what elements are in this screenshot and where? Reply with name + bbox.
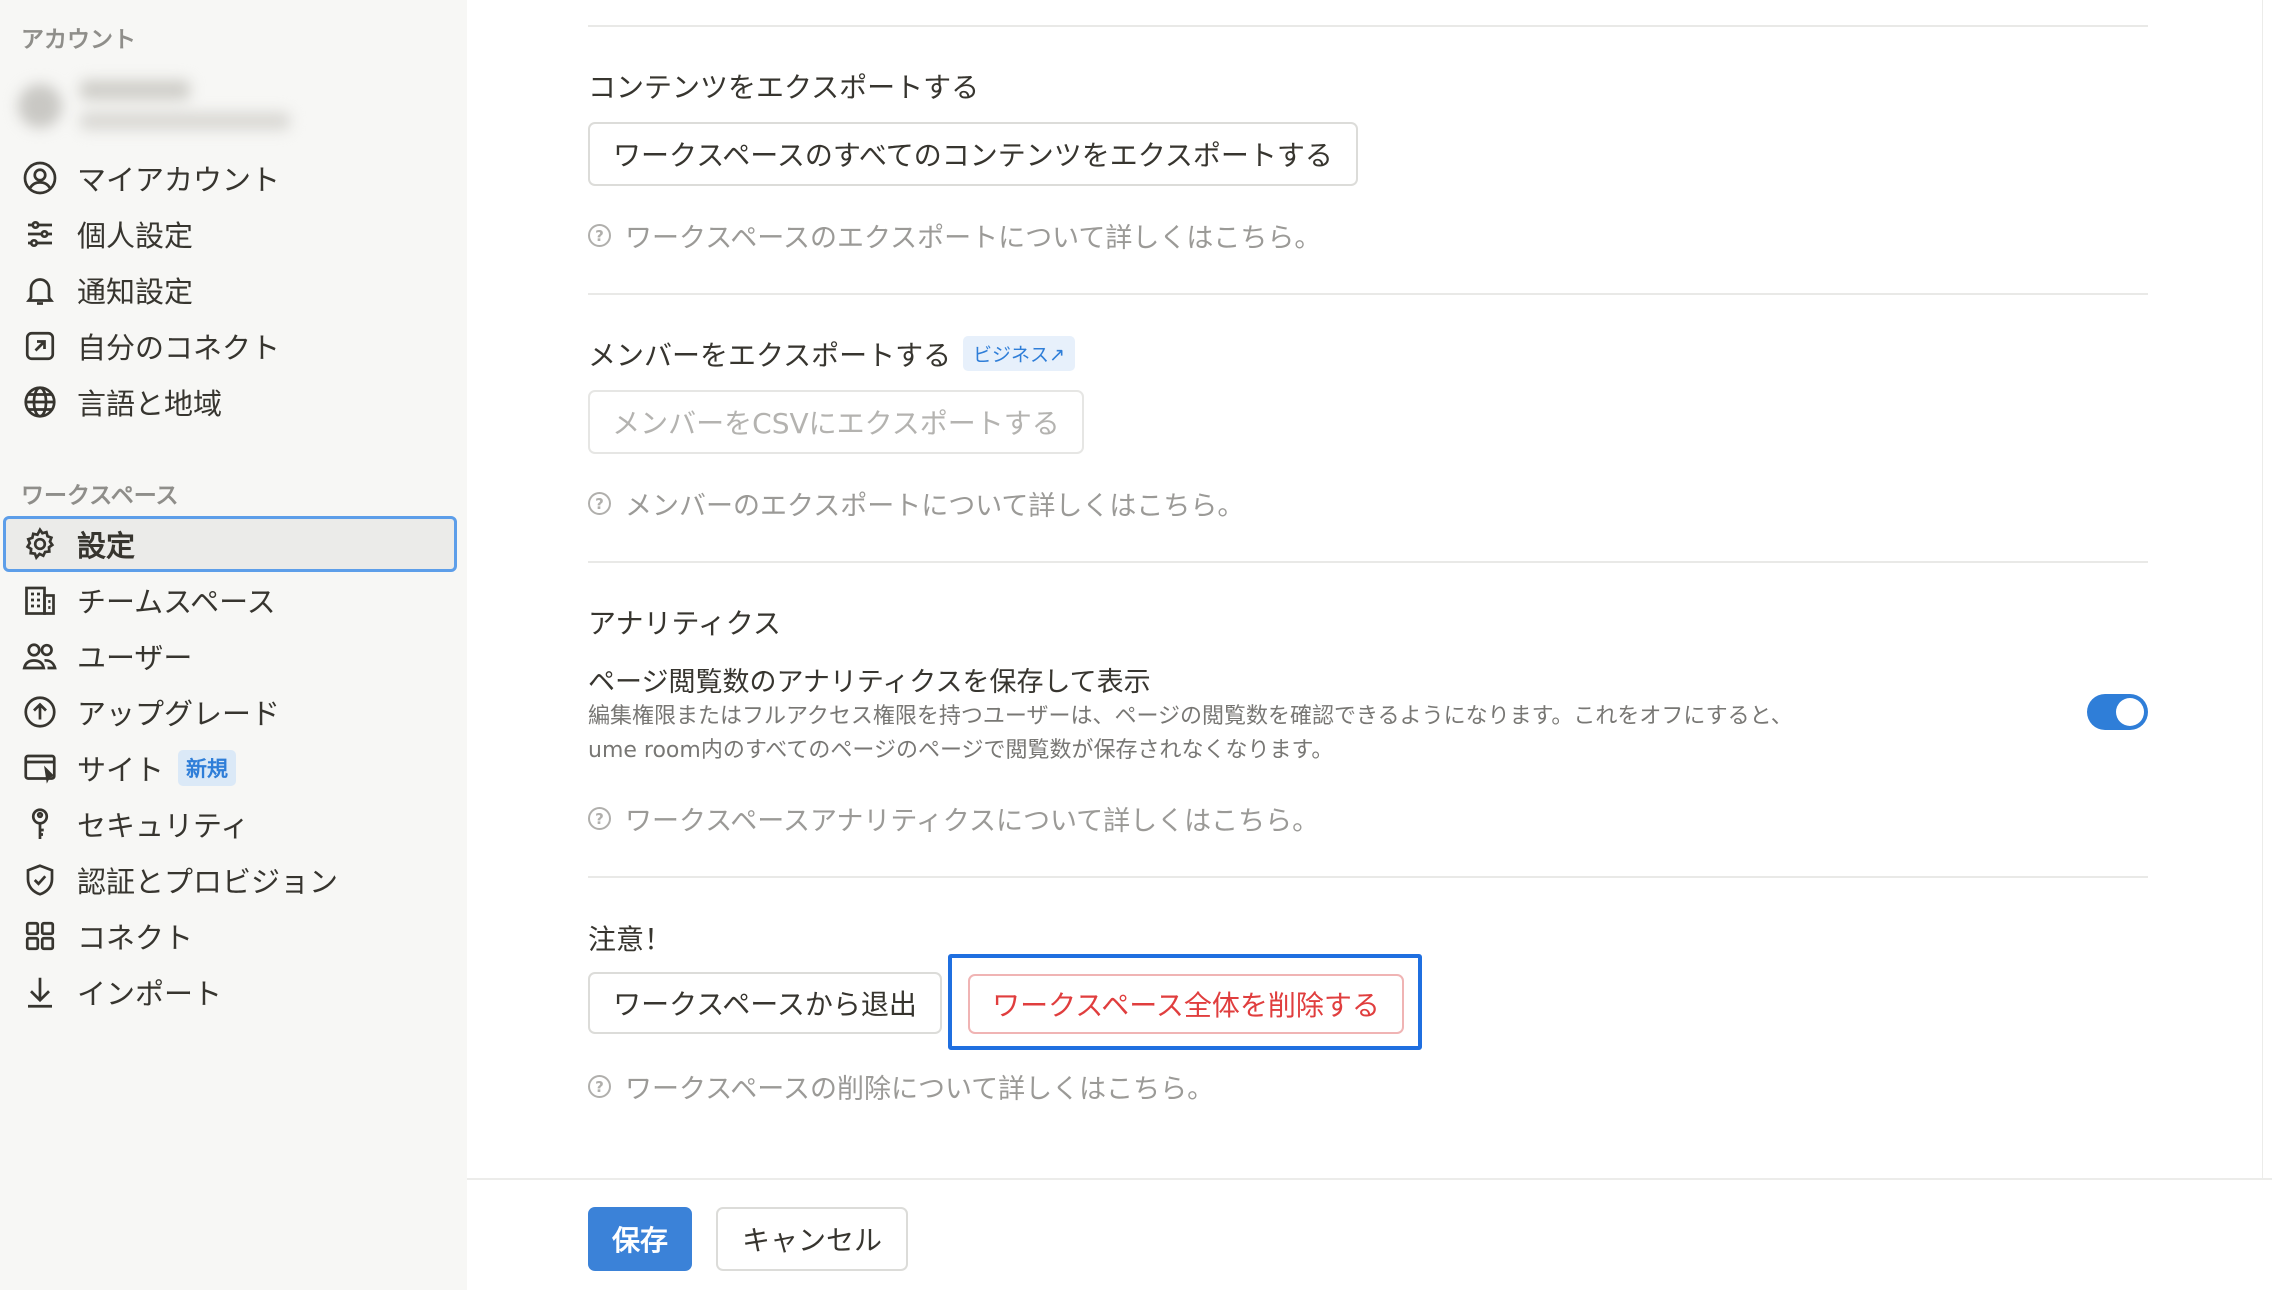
sidebar-item-identity-provisioning[interactable]: 認証とプロビジョン xyxy=(3,854,457,906)
members-export-help-link[interactable]: ? メンバーのエクスポートについて詳しくはこちら。 xyxy=(588,484,1244,523)
account-info-blurred[interactable] xyxy=(14,70,304,140)
sidebar-item-teamspaces[interactable]: チームスペース xyxy=(3,574,457,626)
export-help-link[interactable]: ? ワークスペースのエクスポートについて詳しくはこちら。 xyxy=(588,216,1321,255)
sidebar-item-label: チームスペース xyxy=(77,585,276,619)
sidebar-item-my-connections[interactable]: 自分のコネクト xyxy=(3,320,457,372)
sidebar-item-label: 設定 xyxy=(77,529,136,563)
sidebar-item-notifications[interactable]: 通知設定 xyxy=(3,264,457,316)
grid-icon xyxy=(20,916,60,956)
building-icon xyxy=(20,580,60,620)
arrow-box-icon xyxy=(20,326,60,366)
sidebar-item-language-region[interactable]: 言語と地域 xyxy=(3,376,457,428)
new-badge: 新規 xyxy=(178,750,237,786)
section-divider xyxy=(588,561,2148,563)
sidebar-item-sites[interactable]: サイト 新規 xyxy=(3,742,457,794)
analytics-title: アナリティクス xyxy=(588,607,781,640)
sidebar-item-settings[interactable]: 設定 xyxy=(3,516,457,572)
leave-workspace-button[interactable]: ワークスペースから退出 xyxy=(588,972,942,1034)
save-button[interactable]: 保存 xyxy=(588,1207,692,1271)
danger-zone-title: 注意！ xyxy=(588,923,673,956)
workspace-heading: ワークスペース xyxy=(21,483,179,509)
sidebar-item-label: 通知設定 xyxy=(77,275,194,309)
sidebar-item-upgrade[interactable]: アップグレード xyxy=(3,686,457,738)
help-text: ワークスペースのエクスポートについて詳しくはこちら。 xyxy=(625,223,1322,254)
sidebar-item-personal-settings[interactable]: 個人設定 xyxy=(3,208,457,260)
sidebar-item-users[interactable]: ユーザー xyxy=(3,630,457,682)
sidebar-item-label: 認証とプロビジョン xyxy=(77,865,339,899)
sidebar-item-label: マイアカウント xyxy=(77,163,281,197)
arrow-up-circle-icon xyxy=(20,692,60,732)
question-circle-icon: ? xyxy=(588,224,611,247)
section-divider xyxy=(588,293,2148,295)
toggle-knob xyxy=(2116,698,2144,726)
scrollbar[interactable] xyxy=(2262,0,2272,1178)
shield-check-icon xyxy=(20,860,60,900)
analytics-toggle[interactable] xyxy=(2087,694,2148,730)
sidebar-item-label: サイト xyxy=(77,753,165,787)
section-divider xyxy=(588,876,2148,878)
section-divider xyxy=(588,25,2148,27)
question-circle-icon: ? xyxy=(588,1075,611,1098)
sidebar-item-label: コネクト xyxy=(77,921,194,955)
business-plan-badge[interactable]: ビジネス↗ xyxy=(963,336,1075,371)
help-text: ワークスペースの削除について詳しくはこちら。 xyxy=(625,1074,1215,1105)
bell-icon xyxy=(20,270,60,310)
analytics-help-link[interactable]: ? ワークスペースアナリティクスについて詳しくはこちら。 xyxy=(588,799,1319,838)
help-text: ワークスペースアナリティクスについて詳しくはこちら。 xyxy=(625,806,1320,837)
browser-icon xyxy=(20,748,60,788)
user-circle-icon xyxy=(20,158,60,198)
sidebar-item-my-account[interactable]: マイアカウント xyxy=(3,152,457,204)
gear-icon xyxy=(20,524,60,564)
account-heading: アカウント xyxy=(21,27,136,53)
export-content-title: コンテンツをエクスポートする xyxy=(588,71,980,104)
users-icon xyxy=(20,636,60,676)
export-all-content-button[interactable]: ワークスペースのすべてのコンテンツをエクスポートする xyxy=(588,122,1358,186)
sidebar: アカウント マイアカウント 個人設定 通知設定 自分のコネクト 言語と地域 ワー xyxy=(0,0,467,1290)
key-icon xyxy=(20,804,60,844)
help-text: メンバーのエクスポートについて詳しくはこちら。 xyxy=(625,491,1245,522)
sidebar-item-label: インポート xyxy=(77,977,223,1011)
export-members-title: メンバーをエクスポートする xyxy=(588,339,952,372)
sidebar-item-security[interactable]: セキュリティ xyxy=(3,798,457,850)
avatar xyxy=(18,84,62,128)
export-members-csv-button[interactable]: メンバーをCSVにエクスポートする xyxy=(588,390,1084,454)
delete-help-link[interactable]: ? ワークスペースの削除について詳しくはこちら。 xyxy=(588,1067,1214,1106)
sidebar-item-label: セキュリティ xyxy=(77,809,250,843)
highlight-box xyxy=(948,954,1422,1050)
sidebar-item-connections[interactable]: コネクト xyxy=(3,910,457,962)
sidebar-item-label: 個人設定 xyxy=(77,219,194,253)
question-circle-icon: ? xyxy=(588,492,611,515)
cancel-button[interactable]: キャンセル xyxy=(716,1207,908,1271)
sidebar-item-label: アップグレード xyxy=(77,697,281,731)
sliders-icon xyxy=(20,214,60,254)
analytics-description: 編集権限またはフルアクセス権限を持つユーザーは、ページの閲覧数を確認できるように… xyxy=(588,704,1793,763)
download-icon xyxy=(20,972,60,1012)
sidebar-item-label: 言語と地域 xyxy=(77,387,223,421)
sidebar-item-label: 自分のコネクト xyxy=(77,331,281,365)
page-view-analytics-setting-title: ページ閲覧数のアナリティクスを保存して表示 xyxy=(588,667,1151,698)
question-circle-icon: ? xyxy=(588,807,611,830)
globe-icon xyxy=(20,382,60,422)
sidebar-item-label: ユーザー xyxy=(77,641,193,675)
sidebar-item-import[interactable]: インポート xyxy=(3,966,457,1018)
